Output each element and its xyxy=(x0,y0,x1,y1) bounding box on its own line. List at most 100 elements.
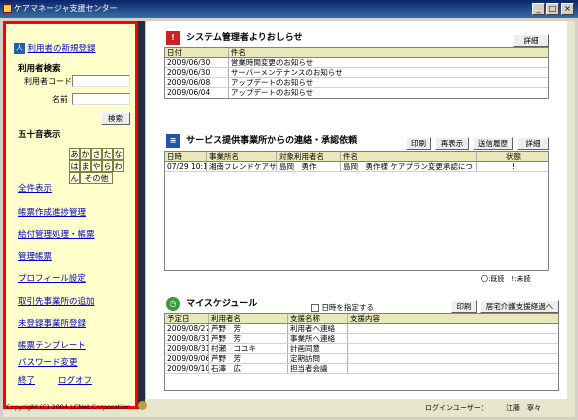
support-detail-cell xyxy=(348,364,558,373)
kana-n[interactable]: ん xyxy=(69,172,80,184)
nav-item-profile[interactable]: プロフィール設定 xyxy=(18,272,86,284)
contacts-title-wrap: ≡ サービス提供事業所からの連絡・承認依頼 xyxy=(166,133,357,148)
nav-item-billing[interactable]: 給付管理処理・帳票 xyxy=(18,228,95,240)
exit-link[interactable]: 終了 xyxy=(18,374,35,386)
nav-item-password[interactable]: パスワード変更 xyxy=(18,356,78,368)
user-code-input[interactable] xyxy=(72,75,130,87)
subject-cell: サーバーメンテナンスのお知らせ xyxy=(230,68,343,77)
status-cell: ! xyxy=(511,162,515,171)
subject-cell: 島岡 勇作様 ケアプラン変更承認につ xyxy=(341,162,477,171)
support-name-cell: 利用者へ連絡 xyxy=(288,324,348,333)
nav-item-templates[interactable]: 帳票テンプレート xyxy=(18,339,86,351)
user-cell: 芦野 芳 xyxy=(209,324,288,333)
notice-icon: ! xyxy=(166,30,180,45)
notices-title-wrap: ! システム管理者よりおしらせ xyxy=(166,30,303,45)
show-all-link[interactable]: 全件表示 xyxy=(18,182,52,194)
kana-ma[interactable]: ま xyxy=(80,160,91,172)
copyright-text: Copyright (C) 2004 LCNet Corporation xyxy=(6,403,131,411)
notices-title: システム管理者よりおしらせ xyxy=(186,33,303,43)
support-detail-cell xyxy=(348,354,558,363)
maximize-button[interactable]: □ xyxy=(546,3,559,15)
app-icon xyxy=(3,4,12,13)
col-subject: 件名 xyxy=(230,48,246,57)
kana-sa[interactable]: さ xyxy=(91,148,102,160)
support-name-cell: 計画同意 xyxy=(288,344,348,353)
col-subject: 件名 xyxy=(341,152,477,161)
contacts-detail-button[interactable]: 詳細 xyxy=(517,137,549,150)
table-row[interactable]: 2009/08/27 芦野 芳 利用者へ連絡 xyxy=(165,324,558,334)
table-row[interactable]: 2009/08/31 村瀬 コユキ 計画同意 xyxy=(165,344,558,354)
datetime-cell: 07/29 10:19 xyxy=(165,162,207,171)
kana-ta[interactable]: た xyxy=(102,148,113,160)
kana-ha[interactable]: は xyxy=(69,160,80,172)
table-header: 予定日 利用者名 支援名称 支援内容 xyxy=(165,314,558,324)
person-icon: 人 xyxy=(14,43,25,54)
date-cell: 2009/09/06 xyxy=(167,354,209,363)
contacts-print-button[interactable]: 印刷 xyxy=(406,137,431,150)
support-name-cell: 事業所へ連絡 xyxy=(288,334,348,343)
support-name-cell: 担当者会議 xyxy=(288,364,348,373)
window-title: ケアマネージャ支援センター xyxy=(14,4,118,13)
sidebar: 人 利用者の新規登録 利用者検索 利用者コード 名前 検索 五十音表示 あ か … xyxy=(3,21,138,409)
col-office: 事業所名 xyxy=(207,152,277,161)
kana-ya[interactable]: や xyxy=(91,160,102,172)
schedule-title-wrap: ◷ マイスケジュール xyxy=(166,296,257,311)
care-record-button[interactable]: 居宅介護支援経過へ xyxy=(480,300,559,313)
schedule-table: 予定日 利用者名 支援名称 支援内容 2009/08/27 芦野 芳 利用者へ連… xyxy=(164,313,559,391)
col-date: 日付 xyxy=(165,48,229,57)
name-input[interactable] xyxy=(72,93,130,105)
kana-ra[interactable]: ら xyxy=(102,160,113,172)
register-user-link-wrap[interactable]: 人 利用者の新規登録 xyxy=(14,42,96,54)
kana-other[interactable]: その他 xyxy=(80,172,113,184)
user-cell: 芦野 芳 xyxy=(209,354,288,363)
specify-time-checkbox[interactable] xyxy=(311,304,319,312)
subject-cell: アップデートのお知らせ xyxy=(230,88,314,97)
schedule-print-button[interactable]: 印刷 xyxy=(451,300,477,313)
nav-item-unregistered[interactable]: 未登録事業所登録 xyxy=(18,317,86,329)
kana-wa[interactable]: わ xyxy=(113,160,124,172)
kana-na[interactable]: な xyxy=(113,148,124,160)
nav-item-admin-forms[interactable]: 管理帳票 xyxy=(18,250,52,262)
date-cell: 2009/08/27 xyxy=(167,324,209,333)
contacts-title: サービス提供事業所からの連絡・承認依頼 xyxy=(186,136,358,146)
sidebar-divider xyxy=(138,21,145,409)
status-bar: Copyright (C) 2004 LCNet Corporation ログイ… xyxy=(0,399,578,420)
register-user-link[interactable]: 利用者の新規登録 xyxy=(28,44,96,54)
nav-item-progress[interactable]: 帳票作成進捗管理 xyxy=(18,206,86,218)
user-search-heading: 利用者検索 xyxy=(18,64,61,74)
notices-detail-button[interactable]: 詳細 xyxy=(513,34,549,47)
date-cell: 2009/08/31 xyxy=(167,334,209,343)
nav-item-add-partner[interactable]: 取引先事業所の追加 xyxy=(18,295,95,307)
support-detail-cell xyxy=(348,334,558,343)
subject-cell: アップデートのお知らせ xyxy=(230,78,314,87)
close-button[interactable]: × xyxy=(561,3,574,15)
table-row[interactable]: 2009/06/04 アップデートのお知らせ xyxy=(165,88,548,98)
specify-time-label: 日時を指定する xyxy=(321,303,374,312)
table-row[interactable]: 2009/06/30 サーバーメンテナンスのお知らせ xyxy=(165,68,548,78)
date-cell: 2009/06/04 xyxy=(165,88,229,98)
name-label: 名前 xyxy=(52,95,68,104)
table-row[interactable]: 2009/06/08 アップデートのお知らせ xyxy=(165,78,548,88)
support-name-cell: 定期訪問 xyxy=(288,354,348,363)
contacts-history-button[interactable]: 送信履歴 xyxy=(473,137,513,150)
search-button[interactable]: 検索 xyxy=(101,112,130,125)
clock-icon: ◷ xyxy=(166,296,180,311)
table-row[interactable]: 2009/09/06 芦野 芳 定期訪問 xyxy=(165,354,558,364)
table-row[interactable]: 2009/08/31 芦野 芳 事業所へ連絡 xyxy=(165,334,558,344)
table-row[interactable]: 07/29 10:19 湘南フレンドケアサ 島岡 勇作 島岡 勇作様 ケアプラン… xyxy=(165,162,548,172)
contacts-table: 日時 事業所名 対象利用者名 件名 状態 07/29 10:19 湘南フレンドケ… xyxy=(164,151,549,271)
main-content: ! システム管理者よりおしらせ 詳細 日付 件名 2009/06/30 営業時間… xyxy=(145,21,567,399)
kana-ka[interactable]: か xyxy=(80,148,91,160)
table-row[interactable]: 2009/06/30 営業時間変更のお知らせ xyxy=(165,58,548,68)
window-titlebar: ケアマネージャ支援センター _ □ × xyxy=(0,0,578,18)
contacts-refresh-button[interactable]: 再表示 xyxy=(435,137,469,150)
minimize-button[interactable]: _ xyxy=(532,3,545,15)
logoff-link[interactable]: ログオフ xyxy=(58,374,92,386)
date-cell: 2009/06/30 xyxy=(165,58,229,67)
login-user-label: ログインユーザー： xyxy=(425,404,488,412)
login-user-name: 江藤 寧々 xyxy=(506,404,541,412)
table-row[interactable]: 2009/09/10 石澤 広 担当者会議 xyxy=(165,364,558,374)
kana-a[interactable]: あ xyxy=(69,148,80,160)
specify-time-option[interactable]: 日時を指定する xyxy=(311,302,374,313)
date-cell: 2009/08/31 xyxy=(167,344,209,353)
